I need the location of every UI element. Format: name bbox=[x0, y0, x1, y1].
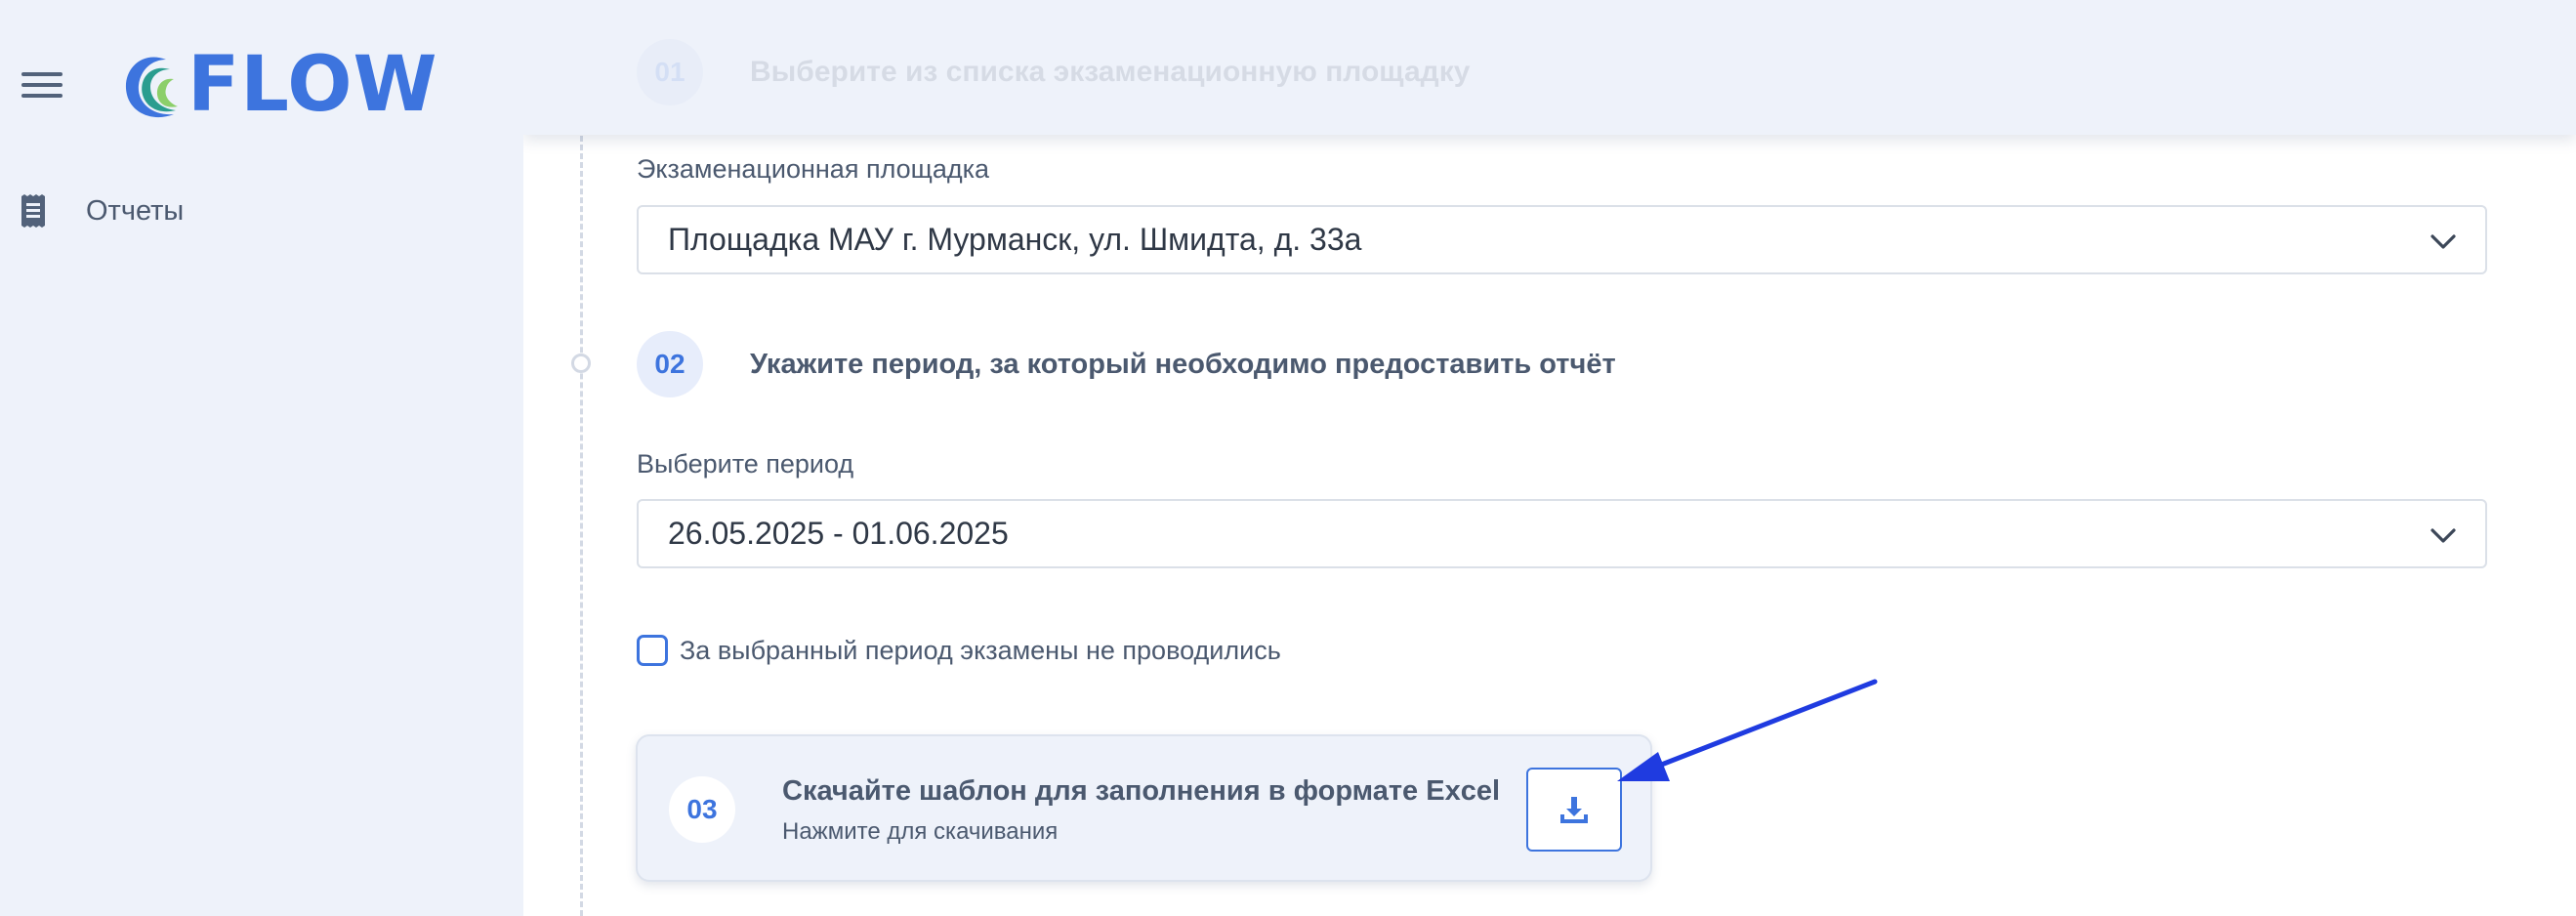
download-icon bbox=[1560, 797, 1588, 823]
period-select-value: 26.05.2025 - 01.06.2025 bbox=[668, 516, 1009, 551]
logo-mark-icon bbox=[125, 57, 178, 118]
step-02-number: 02 bbox=[637, 331, 703, 397]
no-exams-checkbox-label[interactable]: За выбранный период экзамены не проводил… bbox=[680, 636, 1281, 666]
download-template-card: 03 Скачайте шаблон для заполнения в форм… bbox=[636, 734, 1652, 882]
period-label: Выберите период bbox=[637, 449, 854, 479]
logo-text: FLOW bbox=[187, 41, 438, 129]
logo[interactable]: FLOW bbox=[117, 43, 438, 127]
step-02: 02 Укажите период, за который необходимо… bbox=[637, 331, 1616, 397]
venue-label: Экзаменационная площадка bbox=[637, 154, 990, 184]
chevron-down-icon bbox=[2431, 528, 2456, 543]
no-exams-checkbox-row[interactable]: За выбранный период экзамены не проводил… bbox=[637, 635, 1281, 666]
sidebar-item-label: Отчеты bbox=[86, 194, 185, 227]
menu-icon[interactable] bbox=[21, 68, 64, 102]
period-select[interactable]: 26.05.2025 - 01.06.2025 bbox=[637, 499, 2487, 568]
timeline-dot bbox=[571, 354, 591, 373]
download-subtitle: Нажмите для скачивания bbox=[782, 818, 1059, 845]
sidebar-item-reports[interactable]: Отчеты bbox=[20, 191, 184, 230]
download-template-button[interactable] bbox=[1526, 768, 1622, 852]
venue-select[interactable]: Площадка МАУ г. Мурманск, ул. Шмидта, д.… bbox=[637, 205, 2487, 274]
step-01: 01 Выберите из списка экзаменационную пл… bbox=[637, 39, 1470, 105]
top-header: 01 Выберите из списка экзаменационную пл… bbox=[523, 0, 2576, 135]
step-02-text: Укажите период, за который необходимо пр… bbox=[750, 348, 1616, 380]
chevron-down-icon bbox=[2431, 234, 2456, 249]
step-01-text: Выберите из списка экзаменационную площа… bbox=[750, 56, 1471, 88]
step-01-number: 01 bbox=[637, 39, 703, 105]
steps-timeline bbox=[580, 127, 583, 916]
sidebar: FLOW Отчеты bbox=[0, 0, 523, 916]
download-title: Скачайте шаблон для заполнения в формате… bbox=[782, 775, 1501, 807]
venue-select-value: Площадка МАУ г. Мурманск, ул. Шмидта, д.… bbox=[668, 222, 1362, 257]
step-03-number: 03 bbox=[669, 776, 735, 843]
no-exams-checkbox[interactable] bbox=[637, 635, 668, 666]
receipt-icon bbox=[21, 194, 45, 228]
